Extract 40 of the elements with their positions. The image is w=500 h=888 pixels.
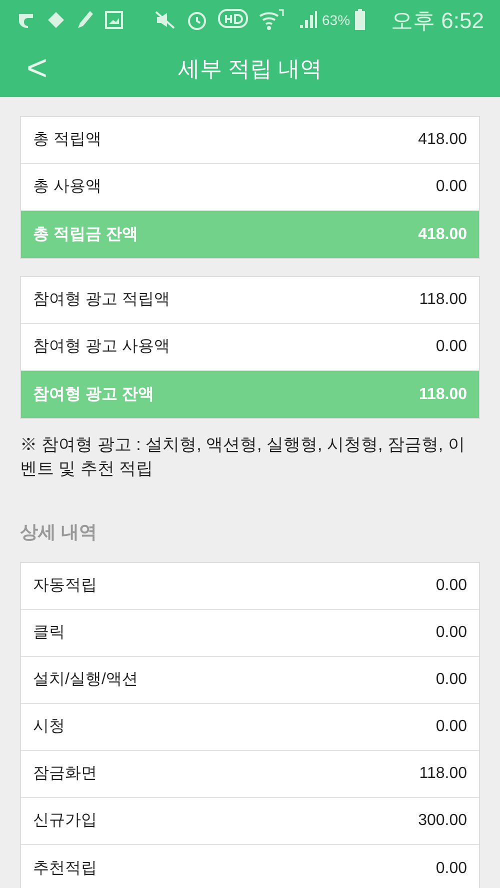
row-label: 참여형 광고 적립액 (33, 290, 170, 310)
row-value: 418.00 (418, 130, 467, 150)
row-label: 총 적립액 (33, 130, 102, 150)
row-value: 0.00 (436, 337, 467, 357)
status-time: 오후 6:52 (391, 6, 484, 34)
row-label: 총 사용액 (33, 177, 102, 197)
alarm-icon (186, 9, 208, 31)
row-label: 신규가입 (33, 811, 97, 831)
back-button[interactable]: < (22, 48, 52, 88)
row-value: 0.00 (436, 670, 467, 690)
row-label: 설치/실행/액션 (33, 670, 138, 690)
row-label: 참여형 광고 사용액 (33, 337, 170, 357)
row-value: 118.00 (419, 290, 467, 310)
row-value: 0.00 (436, 858, 467, 878)
mute-icon (154, 10, 176, 30)
row-label: 총 적립금 잔액 (33, 224, 138, 244)
signal-icon (298, 10, 318, 30)
row-value: 418.00 (418, 224, 467, 244)
page-title: 세부 적립 내역 (178, 55, 322, 83)
row-value: 118.00 (419, 764, 467, 784)
wifi-icon (258, 9, 284, 31)
row-label: 추천적립 (33, 858, 97, 878)
image-icon (104, 10, 124, 30)
row-label: 잠금화면 (33, 764, 97, 784)
section-title: 상세 내역 (20, 521, 98, 544)
battery-percent: 63% (322, 10, 350, 30)
pen-icon (76, 10, 94, 30)
row-value: 0.00 (436, 177, 467, 197)
row-value: 118.00 (418, 384, 467, 404)
row-value: 0.00 (436, 576, 467, 596)
row-value: 0.00 (436, 717, 467, 737)
note-text: ※ 참여형 광고 : 설치형, 액션형, 실행형, 시청형, 잠금형, 이벤트 및 추천 적립 (20, 434, 466, 480)
row-label: 클릭 (33, 623, 65, 643)
row-label: 자동적립 (33, 576, 97, 596)
hd-icon (218, 9, 248, 31)
row-label: 참여형 광고 잔액 (33, 384, 154, 404)
row-label: 시청 (33, 717, 65, 737)
battery-icon (354, 9, 366, 31)
row-value: 0.00 (436, 623, 467, 643)
row-value: 300.00 (418, 811, 467, 831)
